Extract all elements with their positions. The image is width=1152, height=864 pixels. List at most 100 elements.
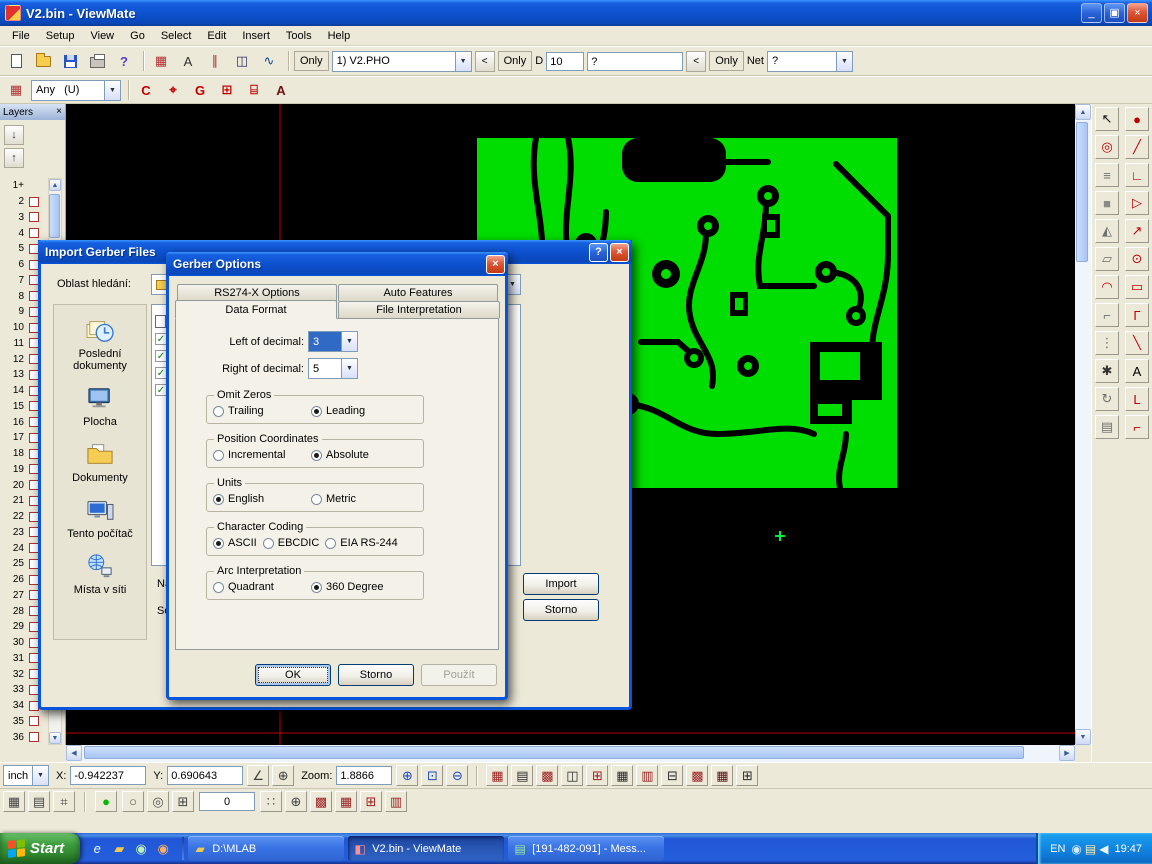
grid-c-icon[interactable]: ▥: [636, 765, 658, 786]
route-icon[interactable]: Γ: [1125, 303, 1149, 327]
open-file-icon[interactable]: [31, 50, 55, 72]
only-layer-toggle[interactable]: Only: [294, 51, 329, 71]
grid-dots-icon[interactable]: ▦: [149, 50, 173, 72]
chevron-down-icon[interactable]: ▼: [836, 52, 852, 71]
new-file-icon[interactable]: [4, 50, 28, 72]
pad-dot-icon[interactable]: ●: [1125, 107, 1149, 131]
menu-help[interactable]: Help: [320, 28, 359, 44]
grid-a-icon[interactable]: ⊞: [586, 765, 608, 786]
grid-b-icon[interactable]: ▦: [611, 765, 633, 786]
place-tento-po-ta[interactable]: Tento počítač: [54, 497, 146, 540]
vscroll-thumb[interactable]: [1076, 122, 1088, 262]
right-of-decimal-combo[interactable]: 5 ▼: [308, 358, 358, 379]
zoom-out-icon[interactable]: ⊖: [446, 765, 468, 786]
hash-icon[interactable]: ⌗: [53, 791, 75, 812]
measure-icon[interactable]: ∠: [247, 765, 269, 786]
layer-row[interactable]: 35: [0, 714, 47, 730]
language-indicator[interactable]: EN: [1050, 843, 1065, 855]
layer-checkbox[interactable]: [29, 197, 39, 207]
layer-checkbox[interactable]: [29, 716, 39, 726]
radio-360-degree[interactable]: 360 Degree: [311, 581, 403, 593]
gear-icon[interactable]: ✱: [1095, 359, 1119, 383]
layer-row[interactable]: 3: [0, 210, 47, 226]
arrow-ne-icon[interactable]: ↗: [1125, 219, 1149, 243]
menu-go[interactable]: Go: [122, 28, 153, 44]
pad-fill-icon[interactable]: ▩: [536, 765, 558, 786]
select-grid-icon[interactable]: ▦: [4, 79, 28, 101]
grid-f-icon[interactable]: ▦: [711, 765, 733, 786]
radio-english[interactable]: English: [213, 493, 305, 505]
any-combo[interactable]: Any (U) ▼: [31, 80, 121, 101]
minimize-button[interactable]: _: [1081, 3, 1102, 23]
tab-file-interpretation[interactable]: File Interpretation: [338, 301, 500, 318]
chevron-down-icon[interactable]: ▼: [341, 332, 357, 351]
radio-metric[interactable]: Metric: [311, 493, 403, 505]
mirror-icon[interactable]: ◭: [1095, 219, 1119, 243]
text-tool-icon[interactable]: A: [1125, 359, 1149, 383]
highlight-g-icon[interactable]: G: [188, 79, 212, 101]
start-button[interactable]: Start: [0, 833, 80, 864]
red-grid-1-icon[interactable]: ▩: [310, 791, 332, 812]
line-icon[interactable]: ╱: [1125, 135, 1149, 159]
ok-button[interactable]: OK: [255, 664, 331, 686]
scroll-up-icon[interactable]: ▲: [49, 179, 61, 191]
only-dcode-toggle[interactable]: Only: [498, 51, 533, 71]
target-icon[interactable]: ⌖: [161, 79, 185, 101]
radio-ebcdic[interactable]: EBCDIC: [263, 537, 320, 549]
highlight-c-icon[interactable]: C: [134, 79, 158, 101]
dcode-input[interactable]: 10: [546, 52, 584, 71]
units-combo[interactable]: inch ▼: [3, 765, 49, 786]
chevron-down-icon[interactable]: ▼: [32, 766, 48, 785]
scroll-left-icon[interactable]: ◀: [66, 745, 82, 761]
tray-blue-icon[interactable]: ◉: [1071, 842, 1081, 856]
grid-d-icon[interactable]: ⊟: [661, 765, 683, 786]
dialog-title-bar[interactable]: Gerber Options ×: [166, 252, 508, 276]
grid-g-icon[interactable]: ⊞: [736, 765, 758, 786]
dots-column-icon[interactable]: ⋮: [1095, 331, 1119, 355]
cancel-button[interactable]: Storno: [523, 599, 599, 621]
radio-trailing[interactable]: Trailing: [213, 405, 305, 417]
hscroll-thumb[interactable]: [84, 746, 1024, 759]
print-icon[interactable]: [85, 50, 109, 72]
dcode-bars-icon[interactable]: ∥: [203, 50, 227, 72]
aperture-list-icon[interactable]: A: [176, 50, 200, 72]
arc-icon[interactable]: ◠: [1095, 275, 1119, 299]
menu-select[interactable]: Select: [153, 28, 200, 44]
close-icon[interactable]: ×: [56, 107, 62, 117]
ruler-icon[interactable]: L: [1125, 387, 1149, 411]
layer-row[interactable]: 2: [0, 194, 47, 210]
filled-square-icon[interactable]: ■: [1095, 191, 1119, 215]
task-191-482-091-mess[interactable]: ▤[191-482-091] - Mess...: [508, 836, 664, 861]
layer-move-up-button[interactable]: ↑: [4, 148, 24, 168]
probe-ring-icon[interactable]: ◎: [147, 791, 169, 812]
rotate-icon[interactable]: ↻: [1095, 387, 1119, 411]
snap-grid-icon[interactable]: ⊞: [172, 791, 194, 812]
net-combo[interactable]: ? ▼: [767, 51, 853, 72]
close-button[interactable]: ×: [610, 243, 629, 262]
layers-stack-icon[interactable]: ▤: [1095, 415, 1119, 439]
scroll-right-icon[interactable]: ▶: [1059, 745, 1075, 761]
radio-absolute[interactable]: Absolute: [311, 449, 403, 461]
triangle-icon[interactable]: ▷: [1125, 191, 1149, 215]
outline-mode-icon[interactable]: ◫: [561, 765, 583, 786]
grid-e-icon[interactable]: ▩: [686, 765, 708, 786]
tab-data-format[interactable]: Data Format: [175, 300, 337, 319]
mini-grid-icon[interactable]: ▦: [3, 791, 25, 812]
mini-table-icon[interactable]: ▤: [28, 791, 50, 812]
only-net-toggle[interactable]: Only: [709, 51, 744, 71]
sketch-icon[interactable]: ╲: [1125, 331, 1149, 355]
internet-explorer-icon[interactable]: e: [88, 839, 106, 859]
radio-eia-rs-244[interactable]: EIA RS-244: [325, 537, 397, 549]
red-grid-2-icon[interactable]: ▦: [335, 791, 357, 812]
menu-view[interactable]: View: [82, 28, 122, 44]
rect-tool-icon[interactable]: ▭: [1125, 275, 1149, 299]
origin-icon[interactable]: ⊕: [272, 765, 294, 786]
hook-icon[interactable]: ⌐: [1125, 415, 1149, 439]
browser-green-icon[interactable]: ◉: [132, 839, 150, 859]
menu-tools[interactable]: Tools: [278, 28, 320, 44]
close-button[interactable]: ×: [486, 255, 505, 274]
chevron-down-icon[interactable]: ▼: [104, 81, 120, 100]
close-button[interactable]: ×: [1127, 3, 1148, 23]
pointer-icon[interactable]: ↖: [1095, 107, 1119, 131]
tab-auto-features[interactable]: Auto Features: [338, 284, 498, 301]
